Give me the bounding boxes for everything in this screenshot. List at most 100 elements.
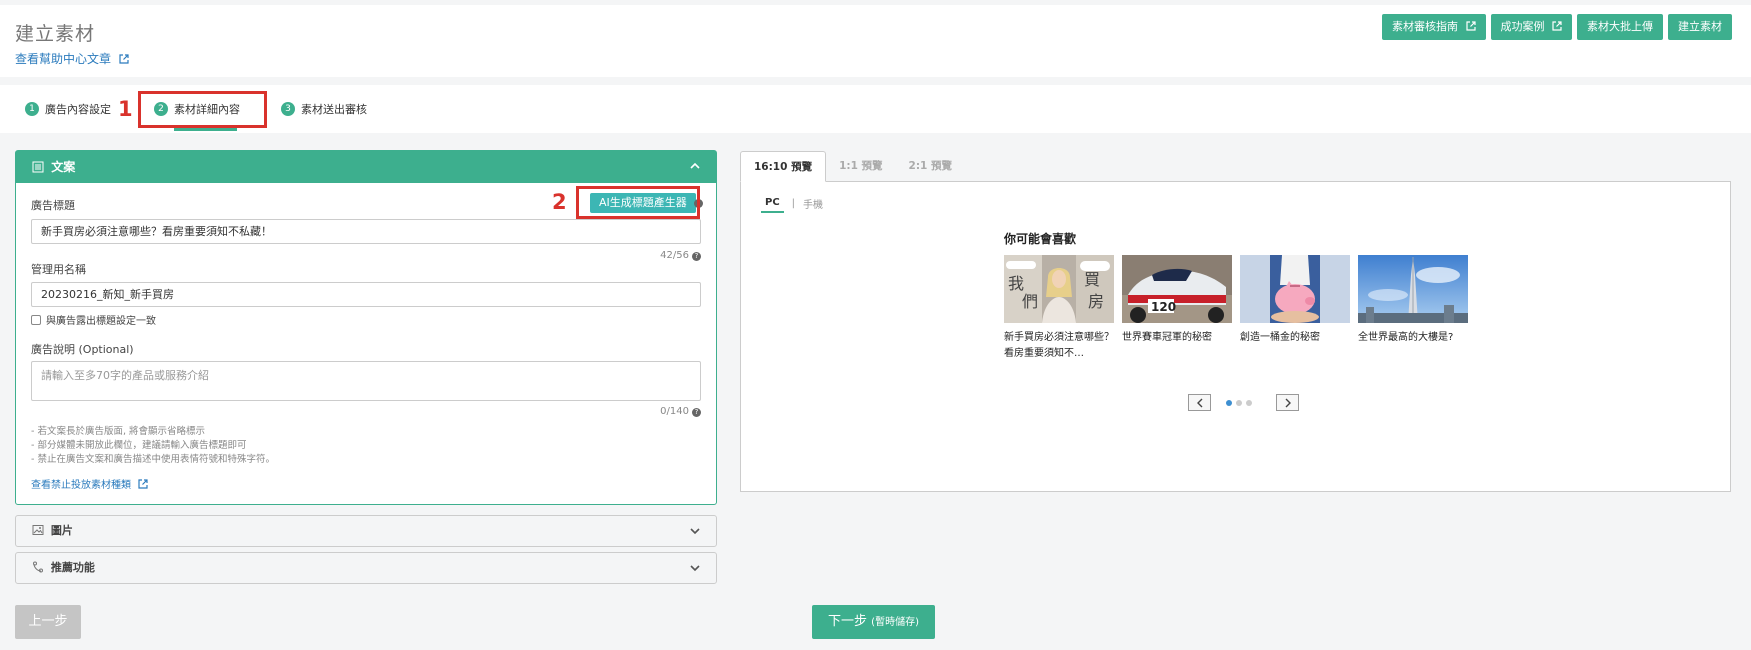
ad-title-label: 廣告標題 — [31, 199, 75, 212]
external-link-icon — [1552, 21, 1562, 31]
chevron-left-icon — [1196, 398, 1202, 407]
card-thumbnail-piggybank — [1240, 255, 1350, 323]
recommendation-card[interactable]: 我 們 買 房 新手買房必須注意哪些？看房重要須知不… — [1004, 255, 1114, 362]
carousel-dot[interactable] — [1246, 399, 1252, 406]
description-counter: 0/140? — [660, 406, 701, 417]
annotation-number-2: 2 — [552, 190, 567, 214]
tab-preview-2-1[interactable]: 2:1 預覽 — [896, 151, 965, 182]
bulk-upload-button[interactable]: 素材大批上傳 — [1577, 14, 1663, 40]
admin-name-label: 管理用名稱 — [31, 263, 86, 276]
review-guide-button[interactable]: 素材審核指南 — [1382, 14, 1486, 40]
chevron-down-icon[interactable] — [688, 561, 702, 575]
recommendation-card[interactable]: 創造一桶金的秘密 — [1240, 255, 1350, 362]
card-title: 全世界最高的大樓是? — [1358, 332, 1454, 343]
svg-text:120: 120 — [1151, 300, 1176, 314]
description-count: 0/140 — [660, 406, 689, 417]
active-step-indicator — [174, 128, 237, 131]
next-step-label: 下一步 — [828, 614, 868, 629]
external-link-icon — [119, 54, 129, 64]
next-step-button[interactable]: 下一步 (暫時儲存) — [812, 605, 935, 639]
step-ad-content[interactable]: 1 廣告內容設定 — [25, 101, 111, 117]
card-title: 創造一桶金的秘密 — [1240, 332, 1320, 343]
external-link-icon — [1465, 21, 1476, 31]
card-thumbnail-skyscraper — [1358, 255, 1468, 323]
forbidden-materials-link[interactable]: 查看禁止投放素材種類 — [31, 476, 148, 491]
recommendation-card[interactable]: 全世界最高的大樓是? — [1358, 255, 1468, 362]
card-thumbnail-racecar: 120 — [1122, 255, 1232, 323]
annotation-box-1 — [138, 91, 267, 128]
svg-text:我: 我 — [1008, 274, 1024, 293]
admin-name-input[interactable]: 20230216_新知_新手買房 — [31, 282, 701, 307]
tab-mobile[interactable]: 手機 — [803, 196, 823, 214]
chevron-up-icon[interactable] — [688, 159, 702, 173]
tab-separator: | — [791, 198, 796, 209]
success-cases-button[interactable]: 成功案例 — [1490, 14, 1572, 40]
card-thumbnail-house: 我 們 買 房 — [1004, 255, 1114, 323]
recommendation-heading: 你可能會喜歡 — [1004, 232, 1077, 246]
help-center-link-label: 查看幫助中心文章 — [15, 52, 112, 66]
previous-step-button[interactable]: 上一步 — [15, 605, 81, 639]
image-icon — [32, 525, 44, 535]
svg-text:們: 們 — [1022, 292, 1038, 311]
device-tabs: PC | 手機 — [761, 196, 823, 214]
tab-preview-1-1[interactable]: 1:1 預覽 — [826, 151, 895, 182]
help-icon[interactable]: ? — [692, 252, 701, 261]
recommend-icon — [33, 561, 43, 573]
annotation-box-2 — [576, 186, 700, 219]
step-label: 廣告內容設定 — [45, 103, 111, 116]
image-panel[interactable]: 圖片 — [15, 515, 717, 547]
chevron-right-icon — [1285, 398, 1291, 407]
same-as-title-checkbox[interactable] — [31, 314, 41, 325]
help-center-link[interactable]: 查看幫助中心文章 — [15, 50, 129, 67]
description-label: 廣告說明 (Optional) — [31, 343, 134, 356]
next-step-sublabel: (暫時儲存) — [871, 617, 919, 628]
annotation-number-1: 1 — [118, 97, 133, 121]
header-actions: 素材審核指南 成功案例 素材大批上傳 建立素材 — [1382, 14, 1732, 40]
note-line: - 若文案長於廣告版面, 將會顯示省略標示 — [31, 426, 205, 437]
ad-title-input[interactable]: 新手買房必須注意哪些？看房重要須知不私藏！ — [31, 219, 701, 244]
preview-panel: PC | 手機 你可能會喜歡 我 們 買 房 新手買房必須注意哪些？看房重要須知… — [740, 181, 1731, 492]
same-as-title-label: 與廣告露出標題設定一致 — [46, 316, 156, 327]
note-line: - 禁止在廣告文案和廣告描述中使用表情符號和特殊字符。 — [31, 454, 275, 465]
description-textarea[interactable]: 請輸入至多70字的產品或服務介紹 — [31, 361, 701, 401]
help-icon[interactable]: ? — [692, 408, 701, 417]
recommendation-card[interactable]: 120 世界賽車冠軍的秘密 — [1122, 255, 1232, 362]
ad-title-counter: 42/56? — [660, 250, 701, 261]
carousel-dot[interactable] — [1236, 399, 1242, 406]
step-submit-review[interactable]: 3 素材送出審核 — [281, 101, 367, 117]
tracking-panel[interactable]: 推薦功能 — [15, 552, 717, 584]
note-line: - 部分媒體未開放此欄位，建議請輸入廣告標題即可 — [31, 440, 247, 451]
step-label: 素材送出審核 — [301, 103, 367, 116]
tab-pc[interactable]: PC — [761, 197, 784, 213]
card-title: 新手買房必須注意哪些？看房重要須知不… — [1004, 332, 1114, 359]
chevron-down-icon[interactable] — [688, 524, 702, 538]
forbidden-materials-label: 查看禁止投放素材種類 — [31, 480, 131, 491]
card-title: 世界賽車冠軍的秘密 — [1122, 332, 1212, 343]
same-as-title-checkbox-row[interactable]: 與廣告露出標題設定一致 — [31, 312, 156, 327]
carousel-dots — [1226, 399, 1252, 406]
external-link-icon — [138, 479, 148, 489]
page-header: 建立素材 查看幫助中心文章 素材審核指南 成功案例 素材大批上傳 建立素材 — [0, 5, 1751, 77]
page-title: 建立素材 — [15, 23, 96, 45]
ad-title-count: 42/56 — [660, 250, 689, 261]
image-panel-title: 圖片 — [50, 524, 73, 537]
copy-panel-title: 文案 — [51, 160, 76, 174]
create-material-button[interactable]: 建立素材 — [1668, 14, 1732, 40]
step-number: 1 — [25, 102, 39, 116]
carousel-dot-active[interactable] — [1226, 399, 1232, 406]
carousel-prev-button[interactable] — [1188, 394, 1211, 411]
svg-text:買: 買 — [1084, 270, 1100, 289]
tracking-panel-title: 推薦功能 — [50, 561, 95, 574]
svg-text:房: 房 — [1088, 292, 1104, 311]
recommendation-cards: 我 們 買 房 新手買房必須注意哪些？看房重要須知不… 120 世界賽車冠軍的秘… — [1004, 255, 1468, 362]
copy-panel-header[interactable]: 文案 — [16, 151, 716, 183]
tab-preview-16-10[interactable]: 16:10 預覽 — [740, 151, 827, 182]
carousel-pager — [1188, 394, 1299, 411]
review-guide-label: 素材審核指南 — [1392, 20, 1458, 33]
success-cases-label: 成功案例 — [1500, 20, 1545, 33]
document-icon — [32, 161, 44, 173]
preview-tabs: 16:10 預覽 1:1 預覽 2:1 預覽 — [740, 151, 965, 182]
copy-notes: - 若文案長於廣告版面, 將會顯示省略標示 - 部分媒體未開放此欄位，建議請輸入… — [31, 425, 275, 467]
carousel-next-button[interactable] — [1276, 394, 1299, 411]
step-number: 3 — [281, 102, 295, 116]
